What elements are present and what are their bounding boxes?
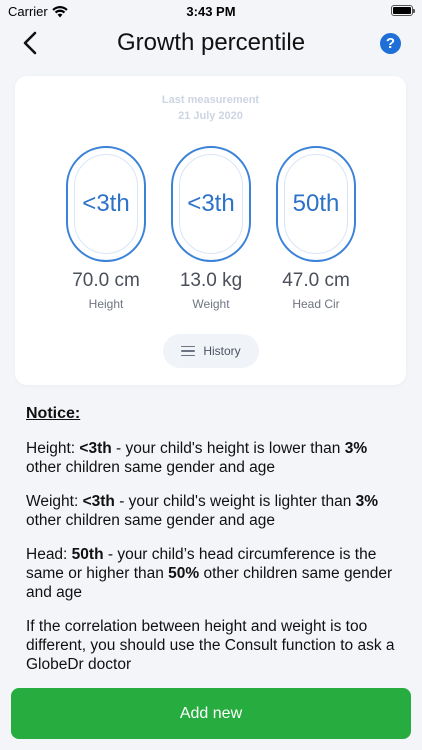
weight-notice-mid: - your child's weight is lighter than bbox=[114, 493, 356, 510]
weight-notice-pct: <3th bbox=[82, 493, 115, 510]
weight-value: 13.0 kg bbox=[179, 270, 243, 291]
measurement-card: Last measurement 21 July 2020 <3th 70.0 … bbox=[15, 76, 406, 385]
head-notice-threshold: 50% bbox=[168, 565, 200, 582]
metric-weight[interactable]: <3th 13.0 kg Weight bbox=[165, 146, 257, 311]
height-percentile-pill[interactable]: <3th bbox=[66, 146, 146, 262]
height-value: 70.0 cm bbox=[72, 270, 140, 291]
weight-notice-suffix: other children same gender and age bbox=[26, 512, 276, 529]
add-new-button[interactable]: Add new bbox=[11, 688, 411, 739]
last-measurement-date: 21 July 2020 bbox=[178, 110, 243, 122]
height-notice-pct: <3th bbox=[79, 440, 112, 457]
height-label: Height bbox=[88, 297, 124, 311]
height-percentile: <3th bbox=[74, 154, 138, 254]
height-notice: Height: <3th - your child's height is lo… bbox=[26, 439, 406, 477]
weight-notice-prefix: Weight: bbox=[26, 493, 83, 510]
head-value: 47.0 cm bbox=[282, 270, 350, 291]
head-percentile: 50th bbox=[284, 154, 348, 254]
history-button[interactable]: History bbox=[163, 334, 259, 368]
height-notice-mid: - your child's height is lower than bbox=[111, 440, 345, 457]
height-notice-prefix: Height: bbox=[26, 440, 80, 457]
head-notice-pct: 50th bbox=[71, 546, 104, 563]
head-notice-prefix: Head: bbox=[26, 546, 72, 563]
metric-head-circumference[interactable]: 50th 47.0 cm Head Cir bbox=[270, 146, 362, 311]
help-icon[interactable]: ? bbox=[380, 33, 401, 54]
status-bar: Carrier 3:43 PM bbox=[0, 0, 422, 22]
weight-percentile-pill[interactable]: <3th bbox=[171, 146, 251, 262]
head-notice: Head: 50th - your child’s head circumfer… bbox=[26, 545, 406, 602]
nav-bar: Growth percentile ? bbox=[0, 22, 422, 64]
history-label: History bbox=[203, 344, 241, 358]
weight-notice-threshold: 3% bbox=[355, 493, 379, 510]
head-percentile-pill[interactable]: 50th bbox=[276, 146, 356, 262]
clock: 3:43 PM bbox=[186, 4, 236, 19]
list-icon bbox=[181, 345, 196, 357]
last-measurement-label: Last measurement bbox=[161, 94, 260, 106]
notice-section: Notice: Height: <3th - your child's heig… bbox=[26, 404, 406, 689]
weight-percentile: <3th bbox=[179, 154, 243, 254]
weight-label: Weight bbox=[192, 297, 230, 311]
correlation-notice: If the correlation between height and we… bbox=[26, 618, 395, 673]
battery-icon bbox=[391, 5, 415, 16]
weight-notice: Weight: <3th - your child's weight is li… bbox=[26, 492, 406, 530]
metric-height[interactable]: <3th 70.0 cm Height bbox=[60, 146, 152, 311]
notice-title: Notice: bbox=[26, 405, 81, 422]
page-title: Growth percentile bbox=[116, 29, 306, 56]
height-notice-suffix: other children same gender and age bbox=[26, 459, 276, 476]
head-label: Head Cir bbox=[292, 297, 340, 311]
height-notice-threshold: 3% bbox=[344, 440, 368, 457]
